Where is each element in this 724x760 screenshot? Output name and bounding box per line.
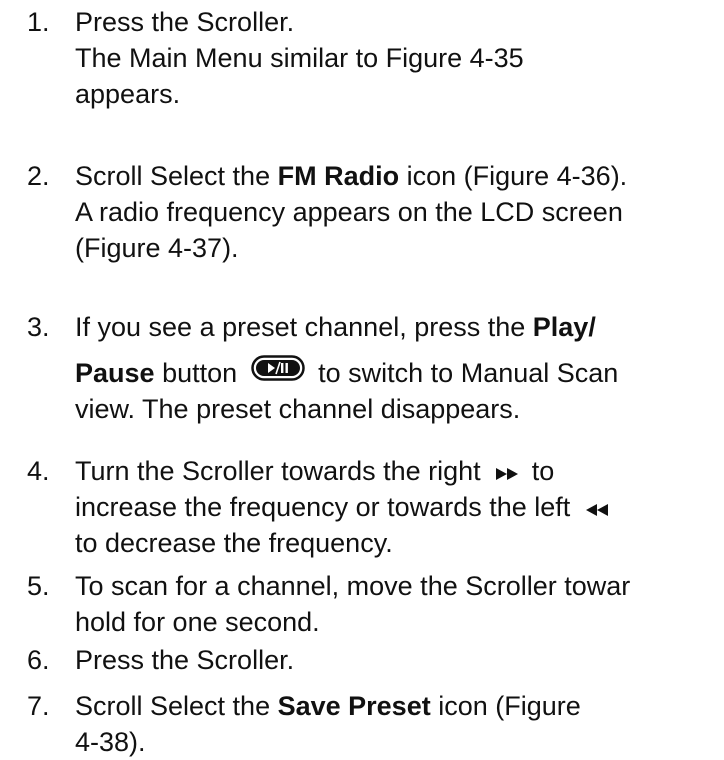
step-text-segment: to switch to Manual Scan — [310, 358, 619, 388]
step-text: Press the Scroller. — [75, 7, 295, 37]
step-text: Scroll Select the Save Preset icon (Figu… — [75, 688, 581, 724]
step-text-segment: icon (Figure — [430, 691, 581, 721]
step-text-segment: Turn the Scroller towards the right — [75, 456, 489, 486]
step-text: Scroll Select the FM Radio icon (Figure … — [75, 158, 627, 194]
step-text: (Figure 4-37). — [75, 233, 239, 263]
step-number: 7. — [27, 691, 50, 721]
step-text-segment: to — [524, 456, 555, 486]
step-text: A radio frequency appears on the LCD scr… — [75, 197, 623, 227]
step-text: 4-38). — [75, 727, 146, 757]
step-text-segment: increase the frequency or towards the le… — [75, 492, 578, 522]
play-pause-label: Play/ — [532, 312, 596, 342]
step-number: 3. — [27, 312, 50, 342]
save-preset-label: Save Preset — [277, 691, 431, 721]
step-number: 6. — [27, 645, 50, 675]
step-text: to decrease the frequency. — [75, 528, 393, 558]
step-number: 5. — [27, 571, 50, 601]
step-number: 4. — [27, 456, 50, 486]
step-text: Turn the Scroller towards the right to — [75, 453, 614, 489]
rewind-icon — [585, 489, 608, 525]
step-text: Pause button to switch to Manual Scan — [75, 355, 618, 391]
fm-radio-label: FM Radio — [277, 161, 400, 191]
step-number: 2. — [27, 161, 50, 191]
step-text: To scan for a channel, move the Scroller… — [75, 571, 631, 601]
step-text: The Main Menu similar to Figure 4-35 — [75, 43, 524, 73]
step-text: hold for one second. — [75, 607, 320, 637]
step-text-segment: button — [154, 358, 245, 388]
play-pause-button-icon — [250, 354, 305, 390]
step-text-segment: Scroll Select the — [75, 161, 278, 191]
step-number: 1. — [27, 7, 50, 37]
step-text: appears. — [75, 79, 181, 109]
step-text: view. The preset channel disappears. — [75, 394, 521, 424]
step-text-segment: Scroll Select the — [75, 691, 278, 721]
fast-forward-icon — [496, 453, 519, 489]
step-text: increase the frequency or towards the le… — [75, 489, 614, 525]
step-text: If you see a preset channel, press the P… — [75, 309, 618, 355]
step-text-segment: icon (Figure 4-36). — [399, 161, 628, 191]
pause-label: Pause — [75, 358, 155, 388]
step-text: Press the Scroller. — [75, 645, 295, 675]
step-text-segment: If you see a preset channel, press the — [75, 312, 533, 342]
